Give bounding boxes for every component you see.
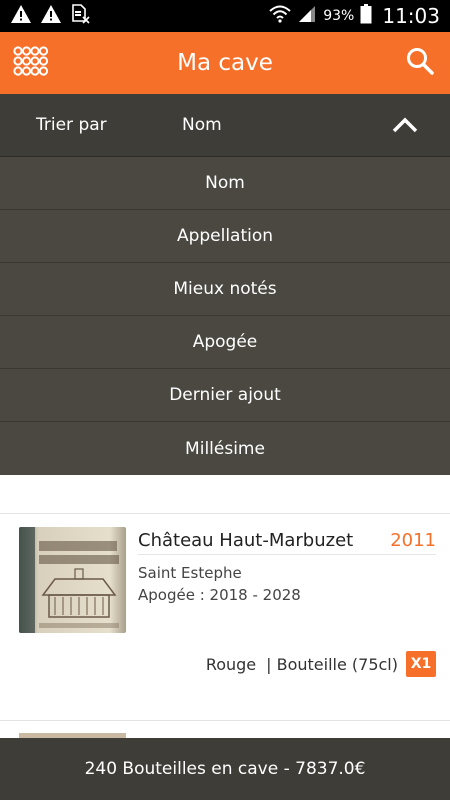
sort-option-nom[interactable]: Nom xyxy=(0,157,450,210)
warning-icon xyxy=(40,4,62,28)
sort-option-dernier-ajout[interactable]: Dernier ajout xyxy=(0,369,450,422)
app-bar: Ma cave xyxy=(0,32,450,94)
sort-option-apogee[interactable]: Apogée xyxy=(0,316,450,369)
wine-apogee: Apogée : 2018 - 2028 xyxy=(138,586,301,604)
battery-icon xyxy=(360,4,372,28)
bottle-grid-button[interactable] xyxy=(0,32,62,94)
wine-name: Château Haut-Marbuzet xyxy=(138,530,354,551)
wine-meta: Rouge | Bouteille (75cl) X1 xyxy=(206,651,436,677)
sort-option-millesime[interactable]: Millésime xyxy=(0,422,450,475)
page-title: Ma cave xyxy=(177,50,273,76)
battery-percent: 93% xyxy=(323,8,355,24)
wine-label-photo xyxy=(19,527,126,633)
sort-option-appellation[interactable]: Appellation xyxy=(0,210,450,263)
sort-dropdown[interactable]: Trier par Nom xyxy=(0,94,450,157)
wine-vintage: 2011 xyxy=(390,530,436,551)
sort-label: Trier par xyxy=(36,115,107,135)
signal-icon xyxy=(297,5,317,27)
wine-appellation: Saint Estephe xyxy=(138,564,242,582)
wine-format: | Bouteille (75cl) xyxy=(266,654,398,674)
search-icon xyxy=(405,46,435,80)
status-bar: 93% 11:03 xyxy=(0,0,450,32)
wine-color: Rouge xyxy=(205,654,257,674)
cellar-summary: 240 Bouteilles en cave - 7837.0€ xyxy=(84,759,366,779)
search-button[interactable] xyxy=(390,32,450,94)
bottle-grid-icon xyxy=(13,46,49,80)
cellar-summary-bar: 240 Bouteilles en cave - 7837.0€ xyxy=(0,738,450,800)
sim-card-x-icon xyxy=(70,3,90,29)
divider xyxy=(138,554,436,555)
sort-options-menu: Nom Appellation Mieux notés Apogée Derni… xyxy=(0,157,450,475)
clock: 11:03 xyxy=(382,4,440,28)
sort-option-mieux-notes[interactable]: Mieux notés xyxy=(0,263,450,316)
warning-icon xyxy=(10,4,32,28)
wine-list-item[interactable]: Château Haut-Marbuzet 2011 Saint Estephe… xyxy=(0,513,450,721)
sort-selected-value: Nom xyxy=(182,115,222,135)
chevron-up-icon[interactable] xyxy=(388,108,422,142)
quantity-badge: X1 xyxy=(406,651,436,677)
wifi-icon xyxy=(269,5,291,27)
